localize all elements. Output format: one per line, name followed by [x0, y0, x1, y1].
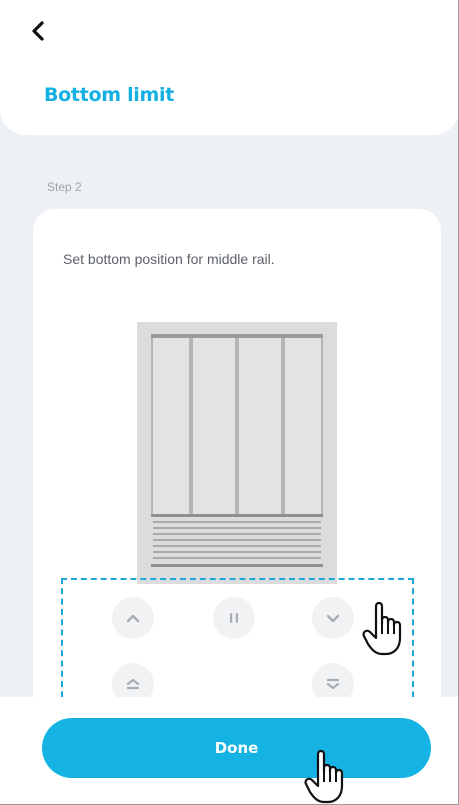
blind-slat	[153, 545, 321, 547]
back-button[interactable]	[28, 20, 50, 42]
blind-slat	[153, 527, 321, 529]
header-card: Bottom limit	[0, 0, 458, 135]
app-frame: Bottom limit Step 2 Set bottom position …	[0, 0, 459, 805]
blind-panel	[283, 338, 323, 515]
blind-slat	[153, 551, 321, 553]
blind-slat	[153, 557, 321, 559]
page-title: Bottom limit	[44, 84, 174, 106]
chevron-left-icon	[32, 21, 44, 41]
blind-slat	[153, 533, 321, 535]
blind-slat	[153, 539, 321, 541]
blind-slat	[153, 521, 321, 523]
hand-pointer-icon	[362, 601, 402, 656]
step-label: Step 2	[47, 180, 82, 194]
blind-middle-rail	[151, 514, 323, 517]
hand-pointer-icon	[304, 749, 344, 804]
instruction-text: Set bottom position for middle rail.	[63, 251, 275, 267]
blind-illustration	[137, 322, 337, 584]
blind-bottom-rail	[151, 564, 323, 567]
blind-panel	[151, 338, 191, 515]
done-button[interactable]: Done	[42, 718, 431, 778]
blind-panel	[191, 338, 237, 515]
blind-panel	[237, 338, 283, 515]
